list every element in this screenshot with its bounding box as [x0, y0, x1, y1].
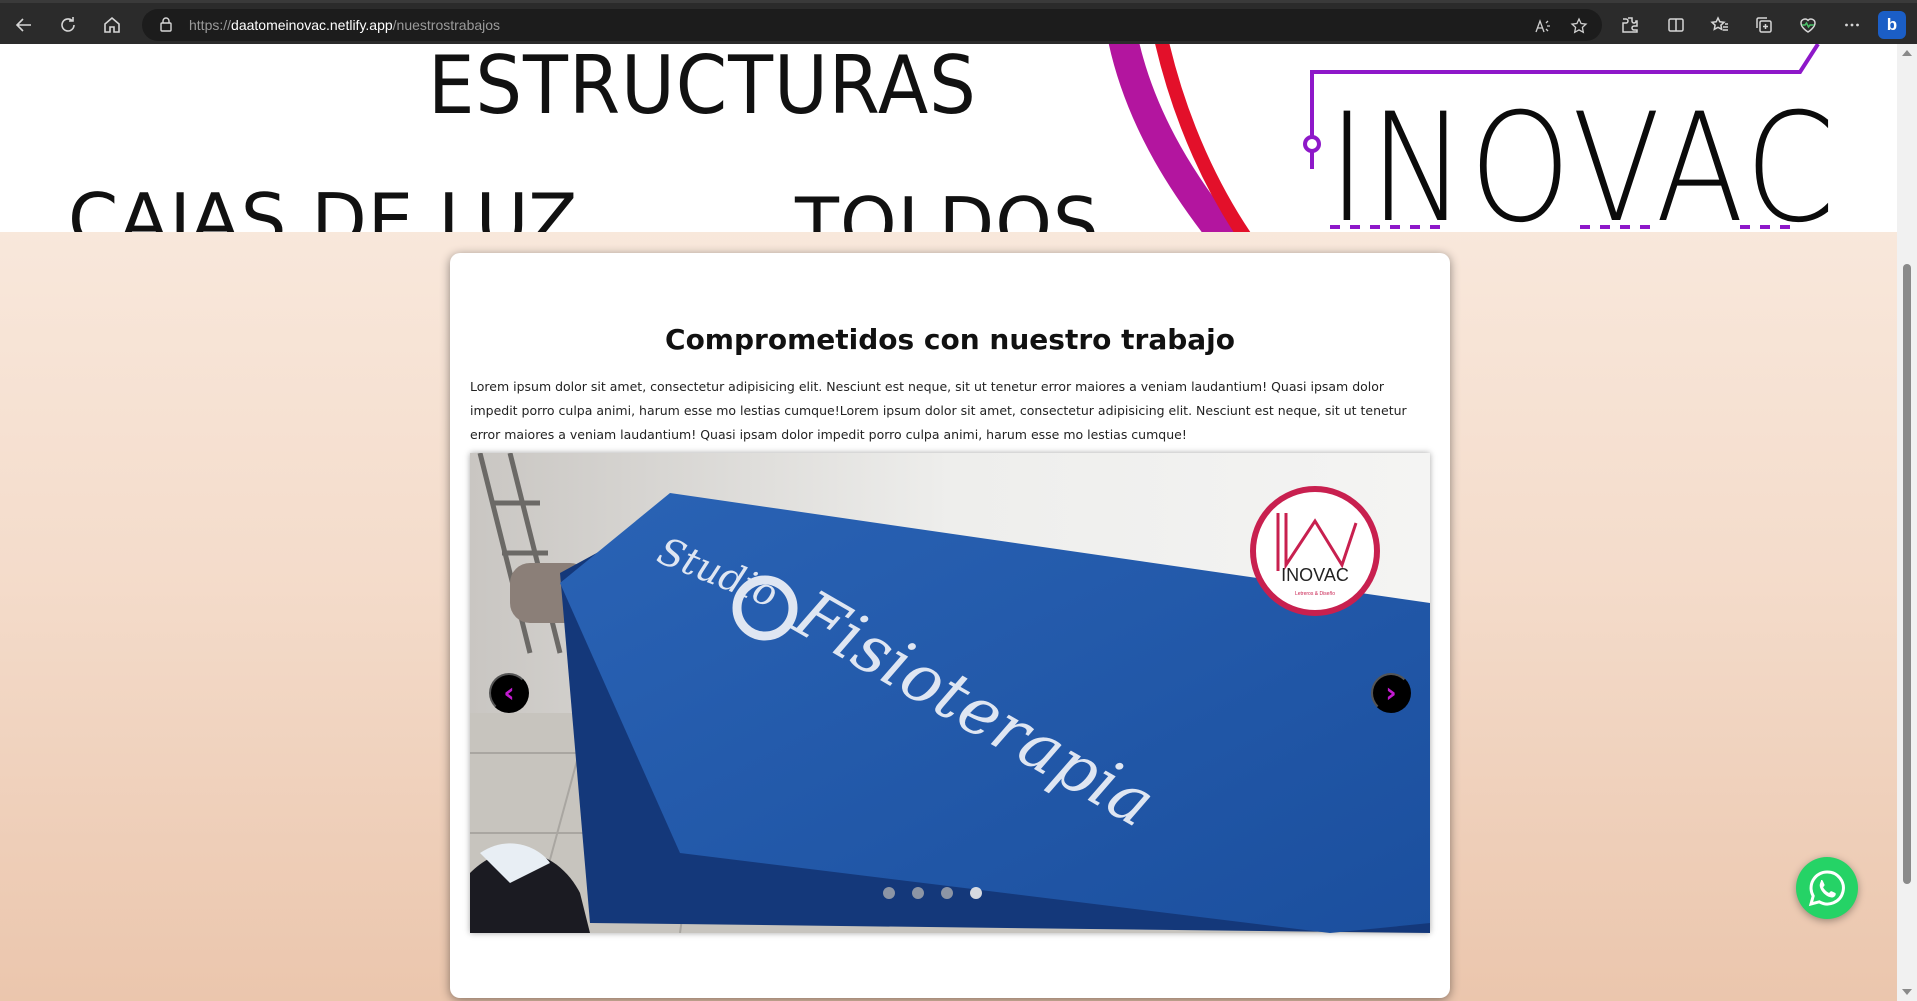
scroll-up-icon[interactable] — [1902, 50, 1912, 56]
bing-label: b — [1886, 15, 1898, 34]
hero-word-estructuras: ESTRUCTURAS — [428, 44, 977, 132]
carousel-indicator-dot[interactable] — [912, 887, 924, 899]
url-path: /nuestrostrabajos — [392, 17, 501, 33]
address-bar[interactable]: https://daatomeinovac.netlify.app/nuestr… — [142, 9, 1602, 41]
carousel-next-button[interactable]: › — [1371, 673, 1411, 713]
favorite-star-icon[interactable] — [1568, 15, 1590, 37]
back-icon[interactable] — [8, 9, 40, 41]
image-carousel[interactable]: Studio Fisioterapia INOVAC Letreros & Di… — [470, 453, 1430, 933]
url-host: daatomeinovac.netlify.app — [231, 17, 393, 33]
slide-logo-text: INOVAC — [1281, 565, 1349, 585]
more-icon[interactable] — [1836, 9, 1868, 41]
section-title: Comprometidos con nuestro trabajo — [665, 323, 1235, 356]
content-card: Comprometidos con nuestro trabajo Lorem … — [450, 253, 1450, 998]
page-scrollbar[interactable] — [1897, 44, 1917, 1001]
slide-logo-subtext: Letreros & Diseño — [1295, 591, 1335, 597]
carousel-indicators — [470, 887, 1430, 899]
browser-essentials-icon[interactable] — [1792, 9, 1824, 41]
collections-icon[interactable] — [1748, 9, 1780, 41]
chevron-right-icon: › — [1385, 676, 1397, 709]
section-body-text: Lorem ipsum dolor sit amet, consectetur … — [470, 379, 1407, 442]
whatsapp-button[interactable] — [1796, 857, 1858, 919]
carousel-prev-button[interactable]: ‹ — [489, 673, 529, 713]
home-icon[interactable] — [96, 9, 128, 41]
carousel-indicator-dot[interactable] — [941, 887, 953, 899]
lock-icon[interactable] — [158, 16, 174, 36]
scrollbar-thumb[interactable] — [1903, 264, 1911, 884]
scroll-down-icon[interactable] — [1902, 989, 1912, 995]
read-aloud-icon[interactable] — [1532, 15, 1554, 37]
hero-brand-inovac: INOVAC — [1328, 82, 1839, 232]
whatsapp-icon — [1808, 870, 1845, 907]
hero-banner: ESTRUCTURAS CAJAS DE LUZ TOLDOS INOVAC — [0, 44, 1897, 232]
browser-toolbar: https://daatomeinovac.netlify.app/nuestr… — [0, 0, 1917, 44]
carousel-indicator-dot[interactable] — [970, 887, 982, 899]
carousel-slide-image: Studio Fisioterapia INOVAC Letreros & Di… — [470, 453, 1430, 933]
split-screen-icon[interactable] — [1660, 9, 1692, 41]
extensions-icon[interactable] — [1614, 9, 1646, 41]
refresh-icon[interactable] — [52, 9, 84, 41]
hero-word-cajas-de-luz: CAJAS DE LUZ — [68, 178, 579, 232]
favorites-icon[interactable] — [1704, 9, 1736, 41]
url-text[interactable]: https://daatomeinovac.netlify.app/nuestr… — [189, 17, 500, 33]
page-viewport: ESTRUCTURAS CAJAS DE LUZ TOLDOS INOVAC C… — [0, 44, 1897, 1001]
hero-word-toldos: TOLDOS — [795, 182, 1100, 232]
chevron-left-icon: ‹ — [503, 676, 515, 709]
bing-icon[interactable]: b — [1878, 11, 1906, 39]
url-scheme: https:// — [189, 17, 232, 33]
carousel-indicator-dot[interactable] — [883, 887, 895, 899]
